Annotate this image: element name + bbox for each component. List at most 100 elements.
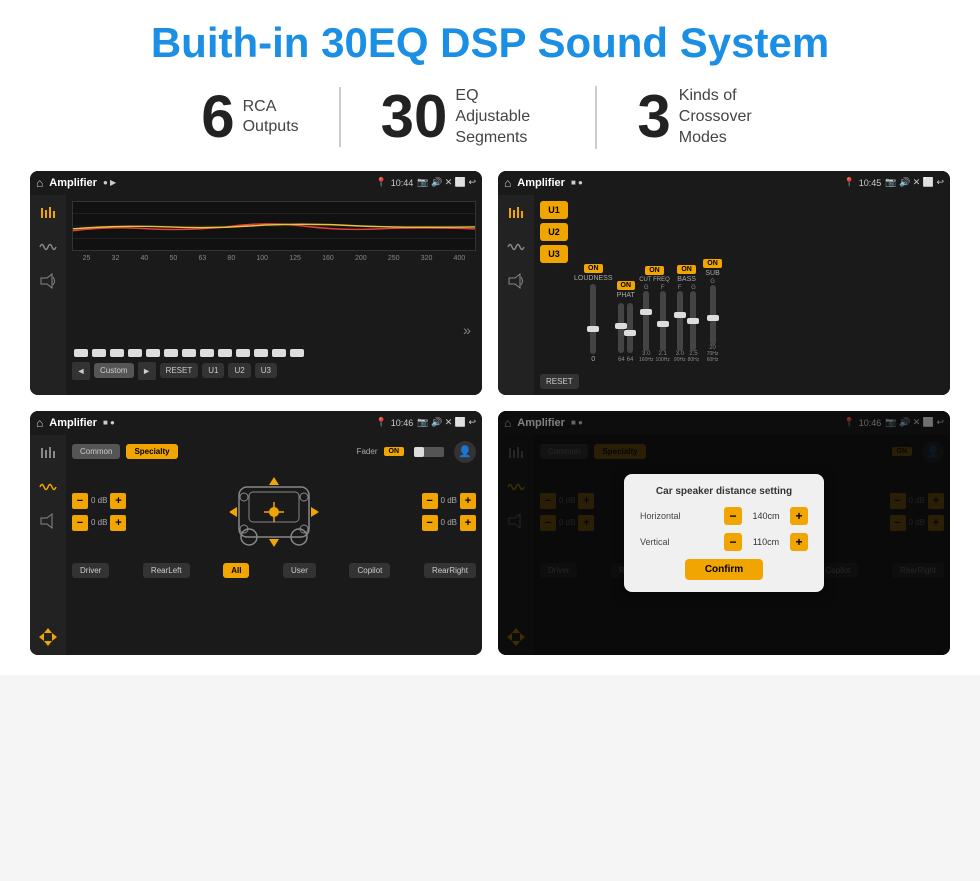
- fader-time: 10:46: [391, 418, 414, 428]
- eq-curve-area: [72, 201, 476, 251]
- cv-icon-speaker[interactable]: [503, 271, 529, 291]
- fader-on-button[interactable]: ON: [384, 447, 405, 456]
- dialog-overlay: Car speaker distance setting Horizontal …: [498, 411, 950, 655]
- fader-plus-4[interactable]: +: [460, 515, 476, 531]
- fader-minus-2[interactable]: −: [72, 515, 88, 531]
- eq-slider-13[interactable]: -1: [288, 349, 306, 358]
- eq-status-bar: ⌂ Amplifier ● ▶ 📍 10:44 📷 🔊 ✕ ⬜ ↩: [30, 171, 482, 195]
- eq-u2-button[interactable]: U2: [228, 363, 250, 378]
- fader-driver-button[interactable]: Driver: [72, 563, 109, 578]
- cv-bass-on[interactable]: ON: [677, 265, 696, 274]
- fader-icon-wave[interactable]: [35, 477, 61, 497]
- dialog-vertical-plus[interactable]: +: [790, 533, 808, 551]
- crossover-screen: ⌂ Amplifier ■ ● 📍 10:45 📷 🔊 ✕ ⬜ ↩: [498, 171, 950, 395]
- fader-icon-speaker[interactable]: [35, 511, 61, 531]
- cv-cutfreq-on[interactable]: ON: [645, 266, 664, 275]
- fader-person-icon[interactable]: 👤: [454, 441, 476, 463]
- fader-plus-2[interactable]: +: [110, 515, 126, 531]
- crossover-screen-content: U1 U2 U3 ON LOUDNESS 0: [498, 195, 950, 395]
- fader-icons-right: 📷 🔊 ✕ ⬜ ↩: [417, 417, 476, 428]
- eq-custom-button[interactable]: Custom: [94, 363, 134, 378]
- fader-icon-eq[interactable]: [35, 443, 61, 463]
- dialog-horizontal-minus[interactable]: −: [724, 507, 742, 525]
- fader-user-button[interactable]: User: [283, 563, 316, 578]
- fader-common-button[interactable]: Common: [72, 444, 120, 459]
- dialog-vertical-controls: − 110cm +: [724, 533, 808, 551]
- cv-cutfreq-f-track[interactable]: [660, 291, 666, 351]
- fader-minus-3[interactable]: −: [422, 493, 438, 509]
- fader-plus-1[interactable]: +: [110, 493, 126, 509]
- cv-u1-button[interactable]: U1: [540, 201, 568, 219]
- cv-reset-button[interactable]: RESET: [540, 374, 579, 389]
- fader-right-controls: − 0 dB + − 0 dB +: [422, 493, 476, 531]
- fader-slider-thumb[interactable]: [414, 447, 424, 457]
- fader-minus-1[interactable]: −: [72, 493, 88, 509]
- cv-loudness-on[interactable]: ON: [584, 264, 603, 273]
- cv-icon-eq[interactable]: [503, 203, 529, 223]
- cv-main-area: U1 U2 U3 ON LOUDNESS 0: [534, 195, 950, 395]
- cv-phat-on[interactable]: ON: [617, 281, 636, 290]
- fader-plus-3[interactable]: +: [460, 493, 476, 509]
- fader-copilot-button[interactable]: Copilot: [349, 563, 390, 578]
- cv-sub-track[interactable]: [710, 285, 716, 345]
- eq-bottom-row: ◄ Custom ► RESET U1 U2 U3: [72, 362, 476, 380]
- cv-sub-on[interactable]: ON: [703, 259, 722, 268]
- dialog-confirm-button[interactable]: Confirm: [685, 559, 763, 580]
- fader-slider-track[interactable]: [414, 447, 444, 457]
- fader-minus-4[interactable]: −: [422, 515, 438, 531]
- eq-location-icon: 📍: [376, 177, 387, 188]
- fader-all-button[interactable]: All: [223, 563, 249, 578]
- eq-u3-button[interactable]: U3: [255, 363, 277, 378]
- eq-icon-wave[interactable]: [35, 237, 61, 257]
- cv-bass-f-track[interactable]: [677, 291, 683, 351]
- eq-u1-button[interactable]: U1: [202, 363, 224, 378]
- dialog-vertical-minus[interactable]: −: [724, 533, 742, 551]
- fader-bottom-buttons: Driver RearLeft All User Copilot RearRig…: [72, 563, 476, 578]
- eq-screen-content: 25 32 40 50 63 80 100 125 160 200 250 32…: [30, 195, 482, 395]
- eq-slider-4[interactable]: 5: [126, 349, 144, 358]
- eq-slider-10[interactable]: 0: [234, 349, 252, 358]
- cv-u3-button[interactable]: U3: [540, 245, 568, 263]
- dialog-horizontal-value: 140cm: [746, 511, 786, 521]
- cv-cutfreq: ON CUT FREQ G 3.0 160Hz: [639, 266, 670, 363]
- eq-slider-5[interactable]: 0: [144, 349, 162, 358]
- fader-specialty-button[interactable]: Specialty: [126, 444, 177, 459]
- cv-loudness-track[interactable]: [590, 284, 596, 354]
- fader-icon-arrows[interactable]: [35, 627, 61, 647]
- cv-cutfreq-g-track[interactable]: [643, 291, 649, 351]
- dialog-horizontal-plus[interactable]: +: [790, 507, 808, 525]
- fader-rearleft-button[interactable]: RearLeft: [143, 563, 190, 578]
- eq-slider-9[interactable]: 0: [216, 349, 234, 358]
- fader-rearright-button[interactable]: RearRight: [424, 563, 476, 578]
- eq-slider-11[interactable]: -1: [252, 349, 270, 358]
- eq-slider-7[interactable]: 0: [180, 349, 198, 358]
- eq-home-icon: ⌂: [36, 176, 43, 190]
- eq-prev-button[interactable]: ◄: [72, 362, 90, 380]
- eq-icons-right: 📷 🔊 ✕ ⬜ ↩: [417, 177, 476, 188]
- eq-slider-6[interactable]: 0: [162, 349, 180, 358]
- eq-expand-icon[interactable]: »: [458, 322, 476, 338]
- eq-icon-eq[interactable]: [35, 203, 61, 223]
- dialog-vertical-value: 110cm: [746, 537, 786, 547]
- cv-icon-wave[interactable]: [503, 237, 529, 257]
- fader-home-icon: ⌂: [36, 416, 43, 430]
- eq-slider-12[interactable]: 0: [270, 349, 288, 358]
- eq-next-button[interactable]: ►: [138, 362, 156, 380]
- eq-icon-speaker[interactable]: [35, 271, 61, 291]
- eq-slider-1[interactable]: 0: [72, 349, 90, 358]
- cv-bass: ON BASS F 3.0 90Hz: [674, 265, 699, 363]
- cv-side-icons: [498, 195, 534, 395]
- main-title: Buith-in 30EQ DSP Sound System: [30, 20, 950, 66]
- cv-u2-button[interactable]: U2: [540, 223, 568, 241]
- fader-db-control-2: − 0 dB +: [72, 515, 126, 531]
- cv-phat-track2[interactable]: [627, 303, 633, 353]
- stat-text-rca: RCAOutputs: [243, 97, 299, 139]
- eq-reset-button[interactable]: RESET: [160, 363, 199, 378]
- cv-phat-track1[interactable]: [618, 303, 624, 353]
- eq-slider-2[interactable]: 0: [90, 349, 108, 358]
- cv-bass-g-track[interactable]: [690, 291, 696, 351]
- fader-left-controls: − 0 dB + − 0 dB +: [72, 493, 126, 531]
- eq-slider-3[interactable]: 0: [108, 349, 126, 358]
- fader-label: Fader: [357, 447, 378, 456]
- eq-slider-8[interactable]: 0: [198, 349, 216, 358]
